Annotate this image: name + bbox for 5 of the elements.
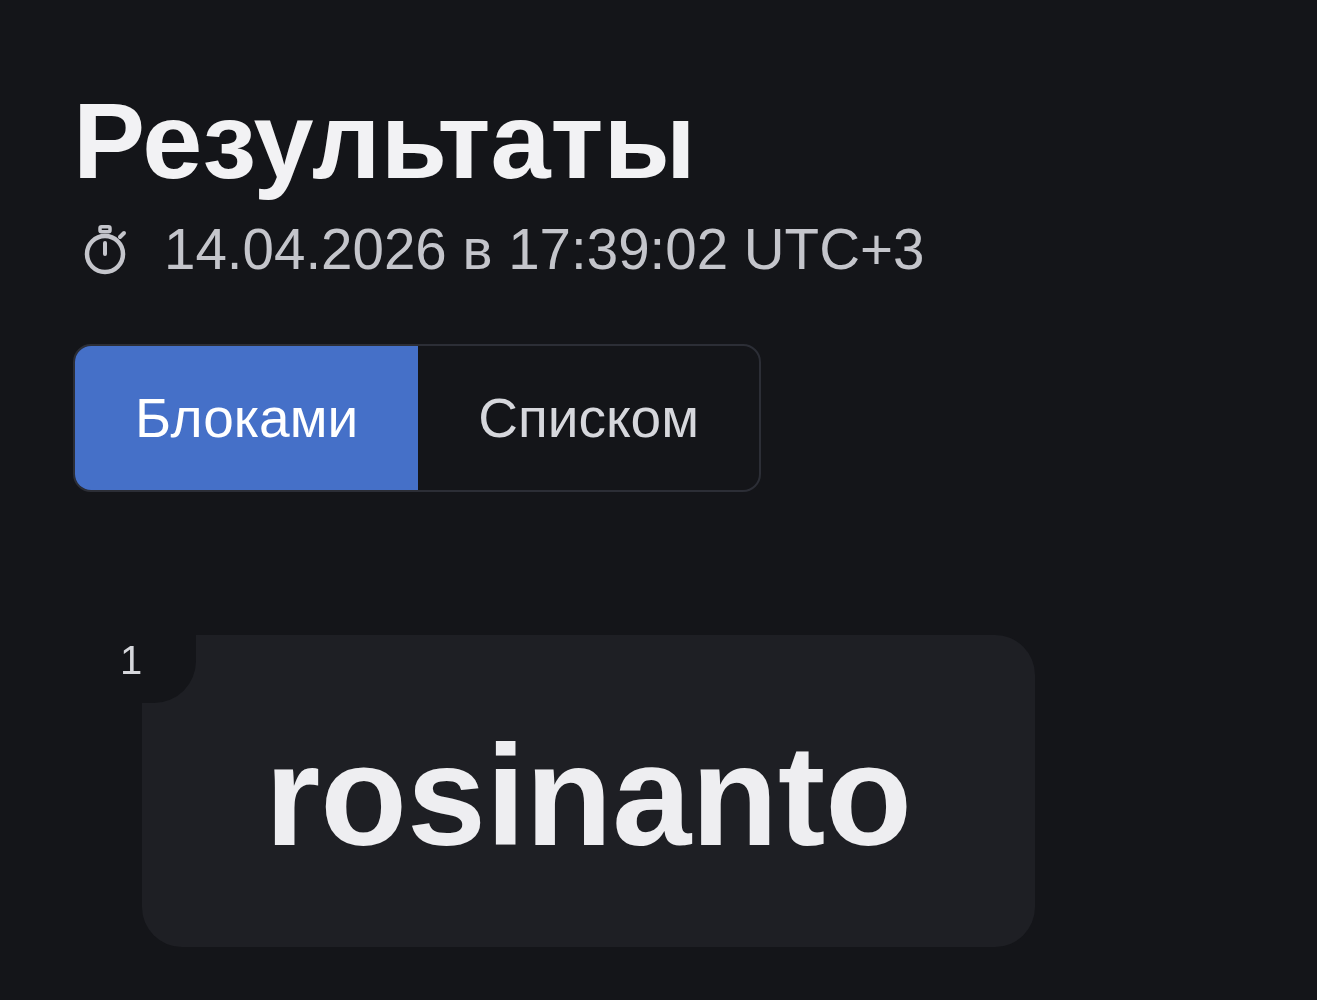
timestamp: 14.04.2026 в 17:39:02 UTC+3 [164,217,925,283]
result-word: rosinanto [265,715,912,878]
view-mode-tab[interactable]: Блоками [75,345,419,490]
page-title: Результаты [73,79,696,203]
view-mode-tab[interactable]: Списком [418,345,759,490]
